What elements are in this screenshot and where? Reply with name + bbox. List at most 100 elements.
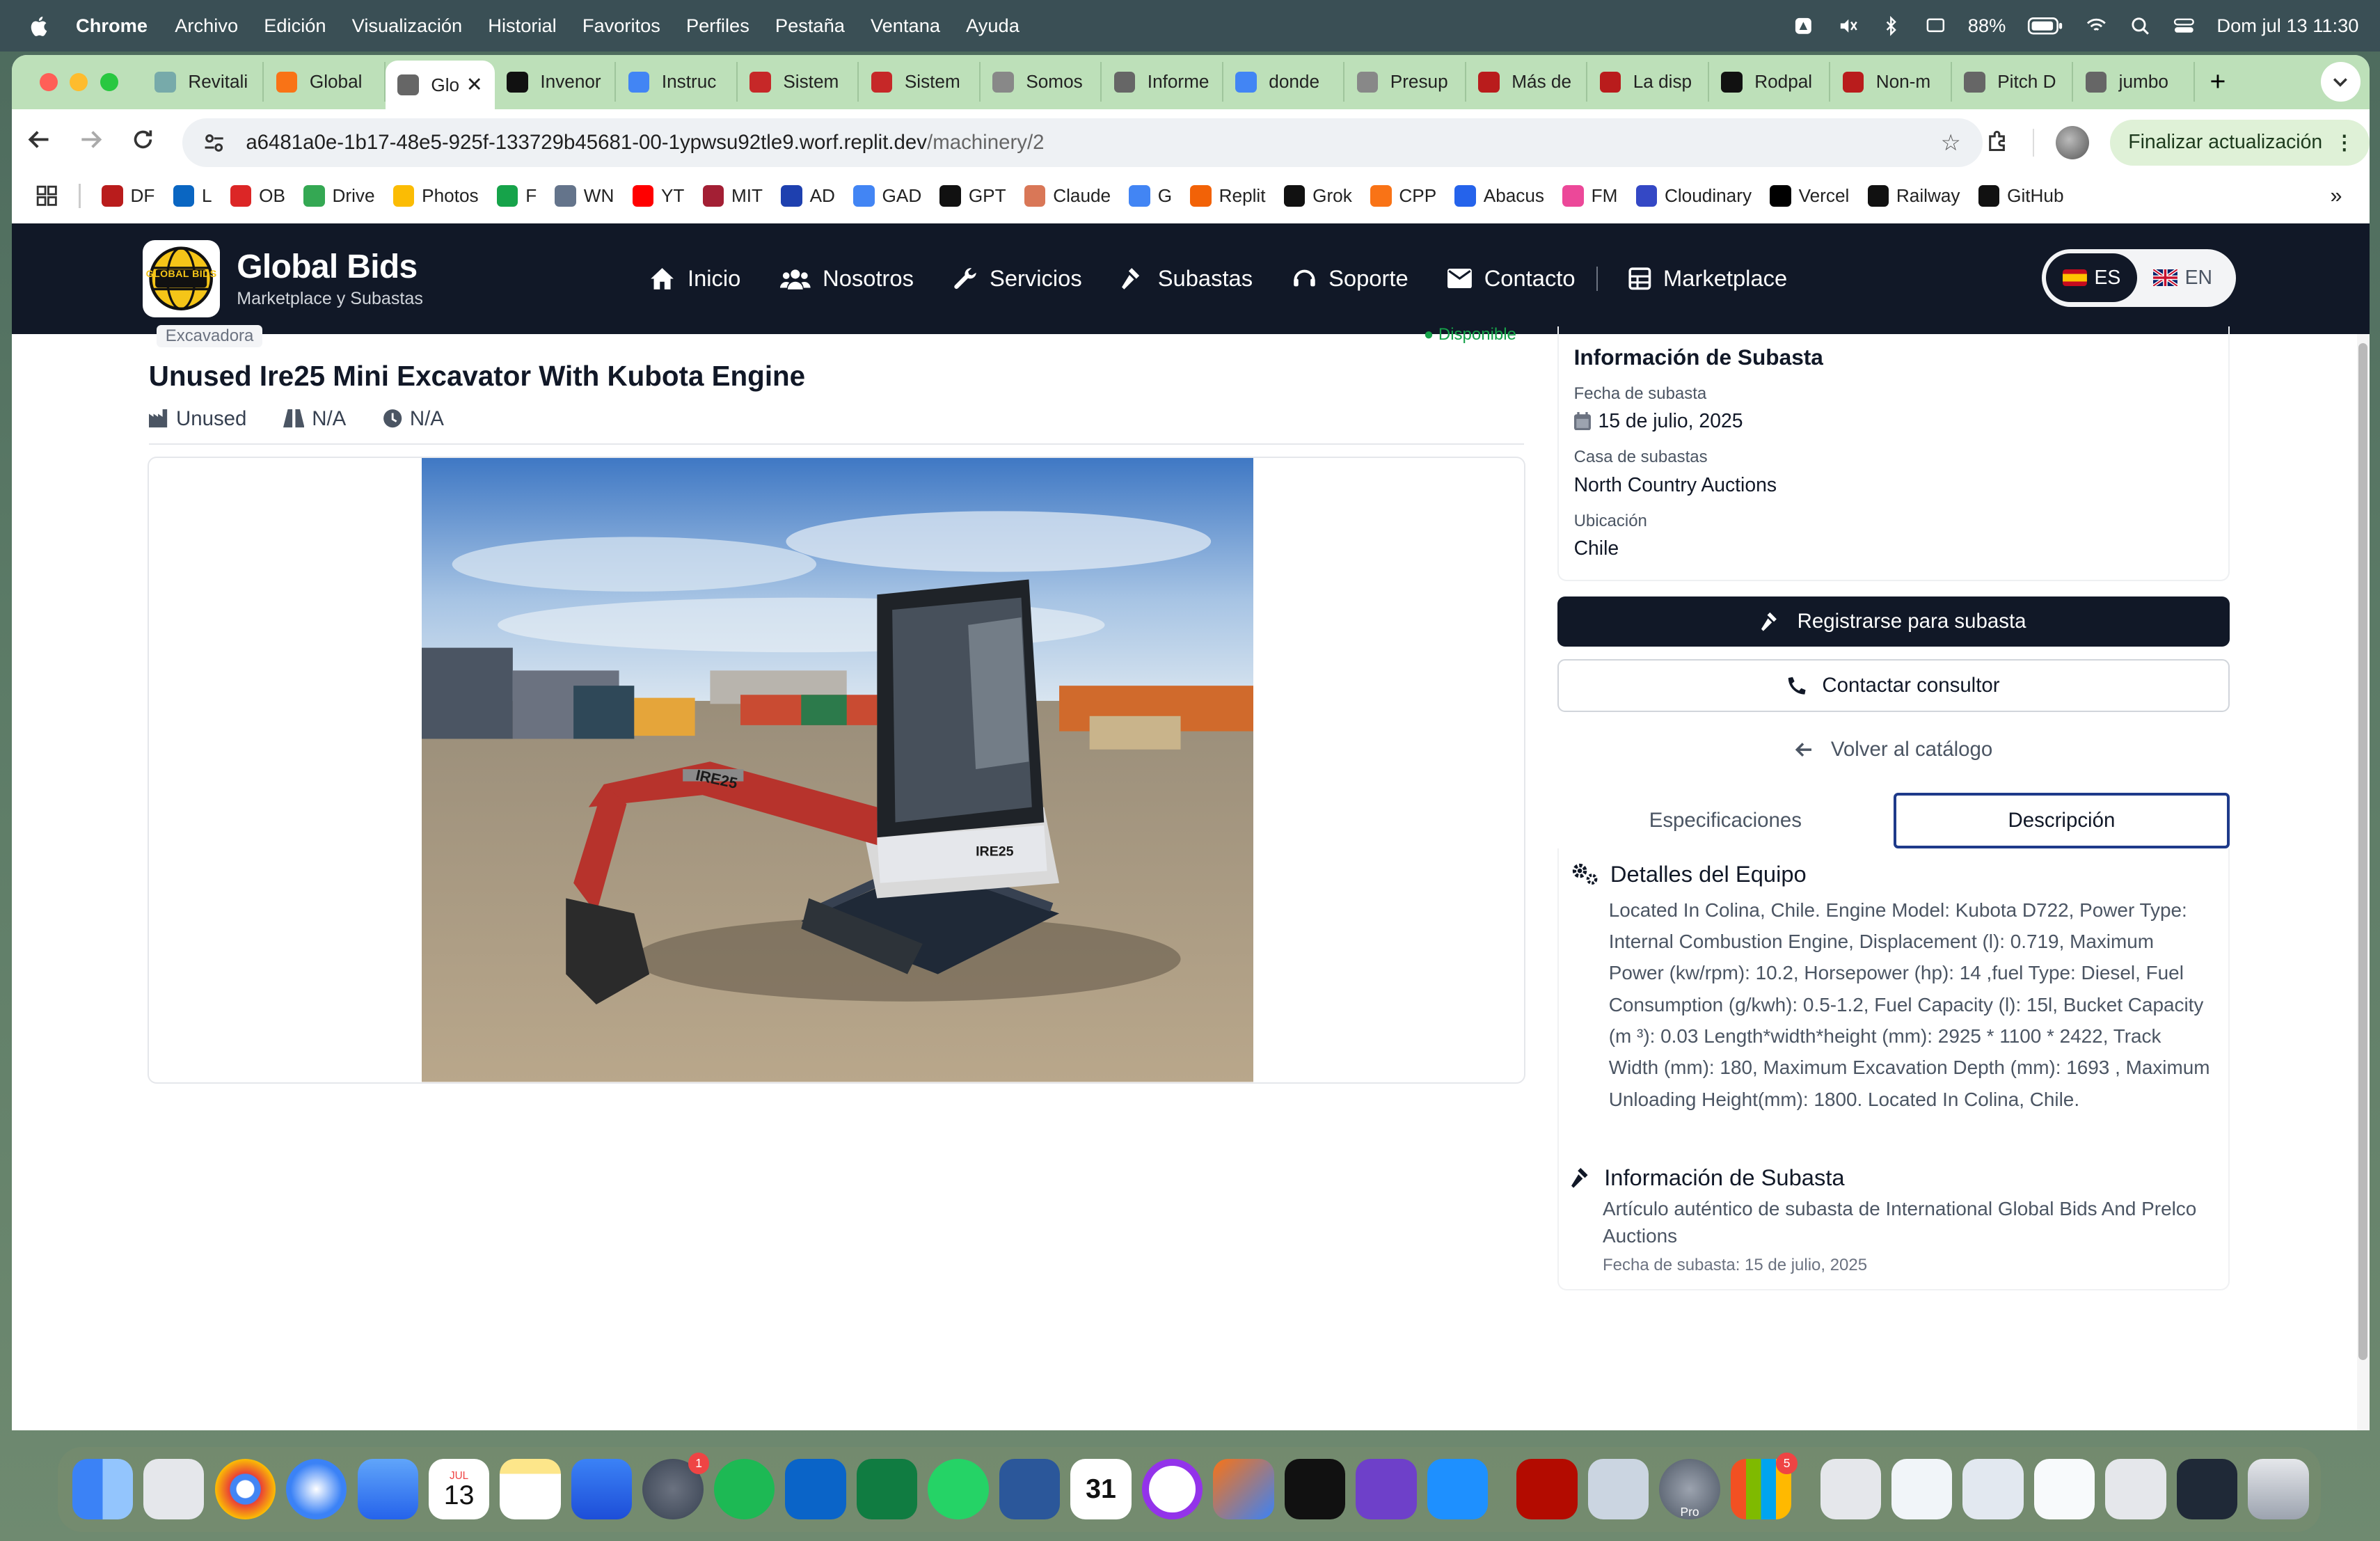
reload-button[interactable] <box>131 127 155 158</box>
menubar-visualizacion[interactable]: Visualización <box>352 15 463 37</box>
nav-nosotros[interactable]: Nosotros <box>780 265 914 292</box>
nav-soporte[interactable]: Soporte <box>1292 265 1409 292</box>
bookmark-item[interactable]: Claude <box>1024 185 1111 207</box>
bookmark-item[interactable]: WN <box>555 185 614 207</box>
trash-icon[interactable] <box>2248 1459 2309 1520</box>
profile-avatar[interactable] <box>2055 126 2089 159</box>
acrobat-icon[interactable] <box>1516 1459 1578 1520</box>
close-window-button[interactable] <box>39 72 58 91</box>
tab-search-button[interactable] <box>2320 62 2361 102</box>
spotify-icon[interactable] <box>713 1459 775 1520</box>
system-settings-icon[interactable]: 1 <box>642 1453 710 1520</box>
browser-tab[interactable]: La disp <box>1587 62 1709 102</box>
menubar-app-name[interactable]: Chrome <box>76 15 148 37</box>
tab-description[interactable]: Descripción <box>1893 792 2230 849</box>
iphone-mirroring-icon[interactable] <box>1213 1459 1274 1520</box>
browser-tab[interactable]: Non-m <box>1830 62 1952 102</box>
bookmark-item[interactable]: YT <box>632 185 684 207</box>
menubar-archivo[interactable]: Archivo <box>175 15 238 37</box>
browser-tab[interactable]: Rodpal <box>1709 62 1831 102</box>
browser-tab[interactable]: Más de <box>1466 62 1588 102</box>
nav-marketplace[interactable]: Marketplace <box>1628 265 1787 292</box>
tab-specifications[interactable]: Especificaciones <box>1557 792 1894 849</box>
fantastical-icon[interactable]: 31 <box>1070 1459 1132 1520</box>
apple-logo-icon[interactable] <box>27 14 51 38</box>
control-center-icon[interactable] <box>2173 15 2196 37</box>
bookmark-item[interactable]: DF <box>102 185 154 207</box>
bookmark-item[interactable]: AD <box>781 185 835 207</box>
contact-consultant-button[interactable]: Contactar consultor <box>1557 658 2230 712</box>
site-logo[interactable]: GLOBAL BIDS <box>143 239 221 317</box>
display-icon[interactable] <box>1924 15 1947 37</box>
browser-tab[interactable]: Global <box>264 62 386 102</box>
finder-icon[interactable] <box>72 1459 133 1520</box>
bookmark-item[interactable]: CPP <box>1370 185 1436 207</box>
kebab-menu-icon[interactable]: ⋮ <box>2335 131 2354 155</box>
recent-doc-icon[interactable] <box>1820 1459 1881 1520</box>
browser-tab[interactable]: jumbo <box>2073 62 2195 102</box>
nav-contacto[interactable]: Contacto <box>1447 265 1576 292</box>
wifi-icon[interactable] <box>2085 15 2108 37</box>
whatsapp-icon[interactable] <box>928 1459 989 1520</box>
browser-tab[interactable]: Pitch D <box>1952 62 2074 102</box>
bookmark-item[interactable]: Abacus <box>1454 185 1544 207</box>
bookmark-item[interactable]: L <box>173 185 212 207</box>
bookmark-item[interactable]: GitHub <box>1978 185 2064 207</box>
back-to-catalog-link[interactable]: Volver al catálogo <box>1557 738 2230 761</box>
nav-subastas[interactable]: Subastas <box>1121 265 1253 292</box>
menubar-perfiles[interactable]: Perfiles <box>686 15 749 37</box>
calendar-app-icon[interactable]: JUL 13 <box>429 1459 490 1520</box>
browser-tab[interactable]: Revitali <box>143 62 264 102</box>
bookmark-star-icon[interactable]: ☆ <box>1941 129 1961 156</box>
page-scrollbar[interactable] <box>2357 333 2370 1430</box>
menubar-favoritos[interactable]: Favoritos <box>582 15 660 37</box>
github-desktop-icon[interactable] <box>1356 1459 1417 1520</box>
bookmark-item[interactable]: Vercel <box>1770 185 1849 207</box>
back-button[interactable] <box>27 127 51 158</box>
nav-servicios[interactable]: Servicios <box>953 265 1082 292</box>
bookmark-item[interactable]: GAD <box>853 185 921 207</box>
replit-icon[interactable] <box>1284 1459 1346 1520</box>
launchpad-icon[interactable] <box>143 1459 205 1520</box>
browser-tab[interactable]: donde <box>1223 62 1345 102</box>
bookmark-item[interactable]: Drive <box>303 185 375 207</box>
notes-icon[interactable] <box>500 1459 561 1520</box>
more-bookmarks-icon[interactable]: » <box>2330 184 2342 208</box>
product-photo[interactable]: IRE25 IRE25 <box>422 458 1254 1082</box>
mail-icon[interactable] <box>357 1459 418 1520</box>
bookmark-item[interactable]: FM <box>1562 185 1617 207</box>
excel-icon[interactable] <box>856 1459 918 1520</box>
microsoft-office-icon[interactable]: 5 <box>1730 1453 1798 1520</box>
browser-tab[interactable]: Glo ✕ <box>385 61 495 110</box>
keynote-icon[interactable] <box>571 1459 633 1520</box>
extensions-puzzle-icon[interactable] <box>1984 129 2011 156</box>
preview-icon[interactable] <box>1587 1459 1649 1520</box>
zoom-window-button[interactable] <box>100 72 119 91</box>
recent-pdf-icon[interactable] <box>1891 1459 1953 1520</box>
apps-grid-icon[interactable] <box>36 185 58 207</box>
browser-tab[interactable]: Sistem <box>738 62 859 102</box>
bookmark-item[interactable]: OB <box>230 185 285 207</box>
lang-en-button[interactable]: EN <box>2137 253 2228 302</box>
bookmark-item[interactable]: Replit <box>1190 185 1266 207</box>
browser-tab[interactable]: Instruc <box>616 62 738 102</box>
address-bar[interactable]: a6481a0e-1b17-48e5-925f-133729b45681-00-… <box>182 118 1983 167</box>
browser-tab[interactable]: Sistem <box>859 62 981 102</box>
new-tab-button[interactable]: + <box>2210 66 2226 97</box>
battery-icon[interactable] <box>2027 15 2063 37</box>
status-app-icon[interactable] <box>1792 15 1815 37</box>
recent-terminal-icon[interactable] <box>2176 1459 2238 1520</box>
recent-sheet-icon[interactable] <box>1962 1459 2024 1520</box>
scrollbar-thumb[interactable] <box>2358 342 2368 1361</box>
menubar-historial[interactable]: Historial <box>488 15 556 37</box>
chrome-icon[interactable] <box>214 1459 276 1520</box>
lang-es-button[interactable]: ES <box>2046 253 2137 303</box>
site-info-icon[interactable] <box>200 131 228 155</box>
close-tab-icon[interactable]: ✕ <box>466 73 483 97</box>
finish-update-button[interactable]: Finalizar actualización ⋮ <box>2110 120 2370 166</box>
bookmark-item[interactable]: MIT <box>702 185 763 207</box>
bluetooth-icon[interactable] <box>1880 15 1903 37</box>
browser-tab[interactable]: Somos <box>981 62 1102 102</box>
menubar-edicion[interactable]: Edición <box>264 15 326 37</box>
recent-excel-icon[interactable] <box>2105 1459 2166 1520</box>
